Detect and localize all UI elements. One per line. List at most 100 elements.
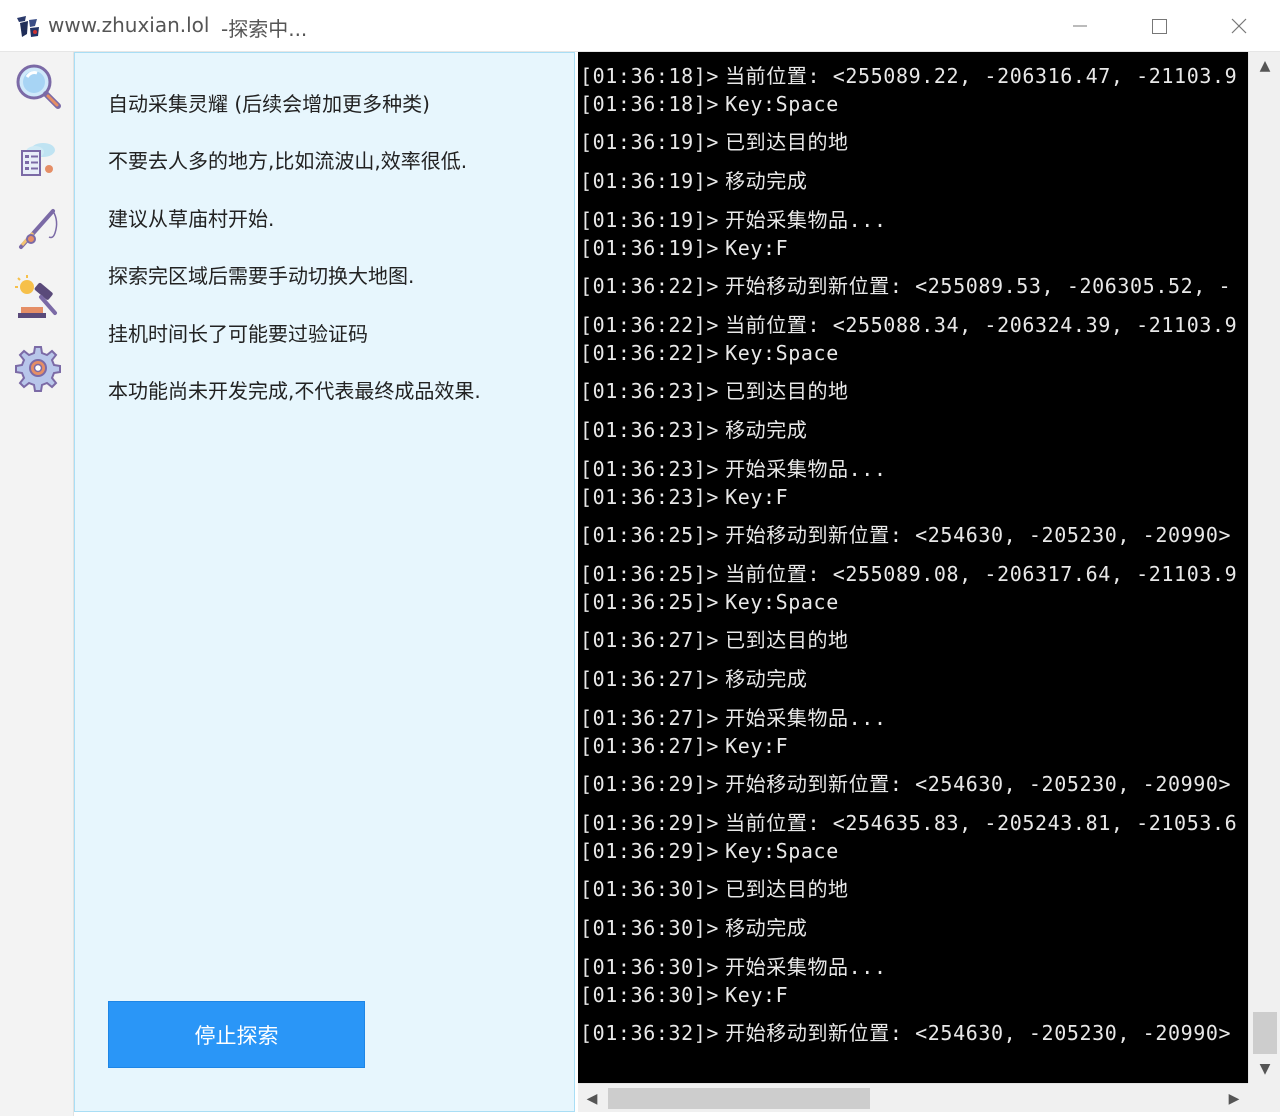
sidebar-item-auction[interactable] (12, 272, 64, 324)
log-time: [01:36:27]> (580, 628, 720, 652)
stop-explore-button[interactable]: 停止探索 (108, 1001, 365, 1068)
log-time: [01:36:23]> (580, 457, 720, 481)
gear-icon (15, 346, 61, 392)
log-line: [01:36:27]> Key:F (580, 734, 788, 758)
log-time: [01:36:29]> (580, 772, 720, 796)
auction-gavel-icon (15, 275, 57, 318)
log-message: 移动完成 (725, 169, 808, 193)
log-line: [01:36:25]> Key:Space (580, 590, 839, 614)
log-line: [01:36:19]> 移动完成 (580, 165, 807, 194)
log-line: [01:36:30]> 移动完成 (580, 912, 807, 941)
scroll-down-button[interactable]: ▼ (1249, 1055, 1280, 1083)
log-line: [01:36:19]> Key:F (580, 236, 788, 260)
log-time: [01:36:29]> (580, 839, 720, 863)
log-line: [01:36:30]> 已到达目的地 (580, 873, 849, 902)
log-time: [01:36:18]> (580, 64, 720, 88)
vertical-scroll-thumb[interactable] (1253, 1012, 1277, 1054)
log-message: Key:Space (725, 341, 839, 365)
log-line: [01:36:22]> Key:Space (580, 341, 839, 365)
log-time: [01:36:22]> (580, 341, 720, 365)
info-line: 建议从草庙村开始. (108, 207, 275, 231)
log-time: [01:36:19]> (580, 208, 720, 232)
log-message: 移动完成 (725, 916, 808, 940)
maximize-button[interactable] (1120, 0, 1200, 52)
log-time: [01:36:25]> (580, 590, 720, 614)
log-time: [01:36:22]> (580, 274, 720, 298)
title-bar: www.zhuxian.lol -探索中... (0, 0, 1280, 52)
log-message: 已到达目的地 (725, 877, 849, 901)
log-line: [01:36:25]> 当前位置: <255089.08, -206317.64,… (580, 558, 1237, 587)
sidebar-item-explore[interactable] (12, 60, 64, 112)
log-line: [01:36:27]> 移动完成 (580, 663, 807, 692)
log-time: [01:36:19]> (580, 130, 720, 154)
sidebar (0, 52, 74, 1116)
scroll-left-button[interactable]: ◀ (578, 1084, 606, 1113)
log-line: [01:36:27]> 开始采集物品... (580, 702, 887, 731)
log-time: [01:36:27]> (580, 667, 720, 691)
log-time: [01:36:19]> (580, 236, 720, 260)
log-line: [01:36:27]> 已到达目的地 (580, 624, 849, 653)
log-line: [01:36:29]> 当前位置: <254635.83, -205243.81,… (580, 807, 1237, 836)
log-line: [01:36:19]> 开始采集物品... (580, 204, 887, 233)
log-time: [01:36:30]> (580, 983, 720, 1007)
log-message: 当前位置: <254635.83, -205243.81, -21053.6 (725, 811, 1238, 835)
vertical-scrollbar[interactable]: ▲ ▼ (1248, 52, 1280, 1083)
log-time: [01:36:19]> (580, 169, 720, 193)
fishing-rod-icon (19, 209, 58, 249)
log-console[interactable]: [01:36:18]> 当前位置: <255089.22, -206316.47,… (578, 52, 1248, 1083)
horizontal-scrollbar[interactable]: ◀ ▶ (578, 1083, 1248, 1112)
log-line: [01:36:19]> 已到达目的地 (580, 126, 849, 155)
log-line: [01:36:30]> 开始采集物品... (580, 951, 887, 980)
log-time: [01:36:22]> (580, 313, 720, 337)
app-logo-icon (14, 12, 42, 40)
close-icon (1231, 18, 1247, 34)
log-message: Key:F (725, 236, 789, 260)
log-time: [01:36:29]> (580, 811, 720, 835)
log-line: [01:36:18]> Key:Space (580, 92, 839, 116)
log-line: [01:36:23]> Key:F (580, 485, 788, 509)
log-message: 开始采集物品... (725, 955, 887, 979)
info-panel: 自动采集灵耀 (后续会增加更多种类) 不要去人多的地方,比如流波山,效率很低. … (74, 52, 575, 1112)
log-time: [01:36:23]> (580, 485, 720, 509)
horizontal-scroll-thumb[interactable] (608, 1088, 870, 1109)
minimize-button[interactable] (1040, 0, 1120, 52)
log-message: Key:F (725, 734, 789, 758)
sidebar-item-fishing[interactable] (12, 202, 64, 254)
log-line: [01:36:18]> 当前位置: <255089.22, -206316.47,… (580, 60, 1237, 89)
log-message: 当前位置: <255089.22, -206316.47, -21103.9 (725, 64, 1238, 88)
log-message: 开始移动到新位置: <254630, -205230, -20990> (725, 772, 1232, 796)
log-message: 开始移动到新位置: <254630, -205230, -20990> (725, 523, 1232, 547)
log-time: [01:36:25]> (580, 562, 720, 586)
info-line: 探索完区域后需要手动切换大地图. (108, 264, 415, 288)
magnifier-icon (16, 64, 61, 109)
close-button[interactable] (1200, 0, 1280, 52)
minimize-icon (1073, 25, 1087, 27)
log-line: [01:36:30]> Key:F (580, 983, 788, 1007)
log-line: [01:36:29]> Key:Space (580, 839, 839, 863)
log-line: [01:36:22]> 开始移动到新位置: <255089.53, -206305… (580, 270, 1231, 299)
log-message: Key:F (725, 983, 789, 1007)
log-message: 移动完成 (725, 418, 808, 442)
info-line: 本功能尚未开发完成,不代表最终成品效果. (108, 379, 481, 403)
log-message: 开始采集物品... (725, 208, 887, 232)
log-line: [01:36:32]> 开始移动到新位置: <254630, -205230, -… (580, 1017, 1231, 1046)
log-line: [01:36:23]> 移动完成 (580, 414, 807, 443)
info-line: 不要去人多的地方,比如流波山,效率很低. (108, 149, 468, 173)
info-line: 挂机时间长了可能要过验证码 (108, 322, 368, 346)
log-time: [01:36:30]> (580, 916, 720, 940)
scroll-right-button[interactable]: ▶ (1220, 1084, 1248, 1113)
log-time: [01:36:25]> (580, 523, 720, 547)
sidebar-item-tasks[interactable] (12, 132, 64, 184)
scroll-up-button[interactable]: ▲ (1249, 52, 1280, 80)
log-line: [01:36:22]> 当前位置: <255088.34, -206324.39,… (580, 309, 1237, 338)
log-message: 当前位置: <255088.34, -206324.39, -21103.9 (725, 313, 1238, 337)
log-message: 移动完成 (725, 667, 808, 691)
log-message: 开始采集物品... (725, 457, 887, 481)
sidebar-item-settings[interactable] (12, 342, 64, 394)
log-time: [01:36:27]> (580, 706, 720, 730)
scrollbar-corner (1248, 1083, 1280, 1112)
log-message: 当前位置: <255089.08, -206317.64, -21103.9 (725, 562, 1238, 586)
log-time: [01:36:30]> (580, 955, 720, 979)
log-time: [01:36:30]> (580, 877, 720, 901)
log-time: [01:36:27]> (580, 734, 720, 758)
